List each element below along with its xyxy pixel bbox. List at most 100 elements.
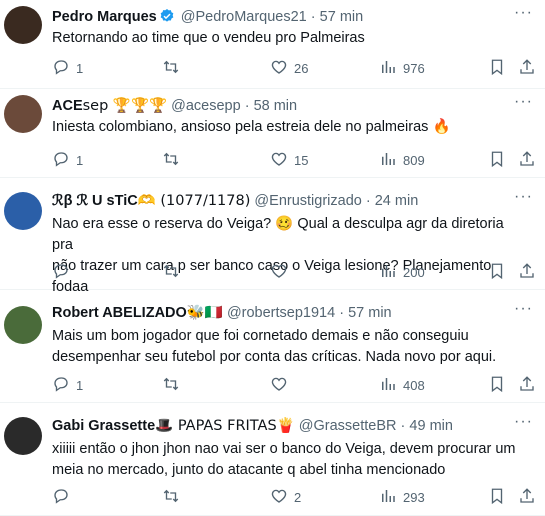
views-button[interactable]: 809 [379,150,425,171]
views-icon [379,150,403,171]
timestamp[interactable]: 24 min [375,193,419,209]
separator-dot: · [365,193,371,209]
view-count: 293 [403,490,425,505]
timestamp[interactable]: 58 min [254,98,298,114]
bookmark-button[interactable] [488,375,512,396]
view-count: 408 [403,378,425,393]
views-button[interactable]: 293 [379,487,425,508]
avatar[interactable] [4,95,42,133]
like-button[interactable]: 26 [270,58,308,79]
like-button[interactable]: 15 [270,150,308,171]
tweet-text-line: Nao era esse o reserva do Veiga? 🥴 Qual … [52,216,504,253]
more-options-icon[interactable]: ··· [514,300,533,318]
display-name[interactable]: Gabi Grassette [52,418,155,434]
timestamp[interactable]: 49 min [409,418,453,434]
more-options-icon[interactable]: ··· [514,188,533,206]
action-bar: 1 408 [52,375,537,395]
share-button[interactable] [518,375,542,396]
name-extra: sep 🏆🏆🏆 [82,98,168,114]
reply-button[interactable]: 1 [52,375,83,396]
like-button[interactable] [270,375,294,396]
reply-button[interactable] [52,262,76,283]
avatar[interactable] [4,192,42,230]
retweet-icon [162,262,186,283]
tweet[interactable]: Gabi Grassette🎩 PAPAS FRITAS🍟 @Grassette… [0,403,545,516]
reply-button[interactable] [52,487,76,508]
more-options-icon[interactable]: ··· [514,4,533,22]
view-count: 200 [403,265,425,280]
user-handle[interactable]: @GrassetteBR [299,418,397,434]
display-name[interactable]: Robert ABELIZADO [52,305,187,321]
separator-dot: · [339,305,345,321]
share-icon [518,58,542,79]
bookmark-button[interactable] [488,487,512,508]
share-button[interactable] [518,58,542,79]
tweet-text-line: desempenhar seu futebol por conta das cr… [52,349,497,365]
share-icon [518,487,542,508]
like-button[interactable] [270,262,294,283]
timestamp[interactable]: 57 min [320,9,364,25]
bookmark-icon [488,150,512,171]
reply-button[interactable]: 1 [52,150,83,171]
retweet-button[interactable] [162,150,186,171]
display-name[interactable]: ACE [52,98,83,114]
reply-icon [52,262,76,283]
reply-count: 1 [76,153,84,168]
like-count: 26 [294,61,309,76]
tweet-text-line: Mais um bom jogador que foi cornetado de… [52,328,469,344]
bookmark-button[interactable] [488,58,512,79]
tweet-header: ℛβ ℛ U sTiC🫶 (1077/1178) @Enrustigrizado… [52,192,505,209]
like-icon [270,487,294,508]
bookmark-button[interactable] [488,262,512,283]
user-handle[interactable]: @acesepp [171,98,241,114]
display-name[interactable]: Pedro Marques [52,9,157,25]
user-handle[interactable]: @robertsep1914 [227,305,335,321]
share-button[interactable] [518,487,542,508]
tweet-text: xiiiii então o jhon jhon nao vai ser o b… [52,439,525,481]
tweet-text: Iniesta colombiano, ansioso pela estreia… [52,117,525,138]
retweet-button[interactable] [162,487,186,508]
tweet[interactable]: Robert ABELIZADO🐝🇮🇹 @robertsep1914 · 57 … [0,290,545,403]
action-bar: 2 293 [52,487,537,507]
avatar[interactable] [4,306,42,344]
tweet-header: Gabi Grassette🎩 PAPAS FRITAS🍟 @Grassette… [52,417,505,434]
like-button[interactable]: 2 [270,487,301,508]
share-icon [518,262,542,283]
timestamp[interactable]: 57 min [348,305,392,321]
retweet-button[interactable] [162,262,186,283]
bookmark-button[interactable] [488,150,512,171]
tweet[interactable]: ℛβ ℛ U sTiC🫶 (1077/1178) @Enrustigrizado… [0,178,545,295]
views-icon [379,487,403,508]
display-name[interactable]: ℛβ ℛ U sTiC [52,193,138,209]
like-count: 2 [294,490,302,505]
views-button[interactable]: 976 [379,58,425,79]
action-bar: 200 [52,262,537,282]
name-extra: 🎩 PAPAS FRITAS🍟 [155,418,295,434]
tweet-text: Nao era esse o reserva do Veiga? 🥴 Qual … [52,214,525,298]
avatar[interactable] [4,417,42,455]
like-icon [270,150,294,171]
more-options-icon[interactable]: ··· [514,413,533,431]
reply-button[interactable]: 1 [52,58,83,79]
like-icon [270,375,294,396]
user-handle[interactable]: @Enrustigrizado [254,193,361,209]
avatar[interactable] [4,6,42,44]
share-button[interactable] [518,150,542,171]
tweet[interactable]: ACEsep 🏆🏆🏆 @acesepp · 58 min ··· Iniesta… [0,89,545,178]
tweet[interactable]: Pedro Marques @PedroMarques21 · 57 min ·… [0,0,545,89]
retweet-button[interactable] [162,58,186,79]
bookmark-icon [488,58,512,79]
user-handle[interactable]: @PedroMarques21 [181,9,307,25]
tweet-text-line: Iniesta colombiano, ansioso pela estreia… [52,119,451,135]
like-icon [270,262,294,283]
views-button[interactable]: 408 [379,375,425,396]
more-options-icon[interactable]: ··· [514,93,533,111]
share-icon [518,375,542,396]
retweet-button[interactable] [162,375,186,396]
separator-dot: · [244,98,250,114]
reply-icon [52,487,76,508]
views-icon [379,58,403,79]
share-button[interactable] [518,262,542,283]
views-button[interactable]: 200 [379,262,425,283]
like-count: 15 [294,153,309,168]
